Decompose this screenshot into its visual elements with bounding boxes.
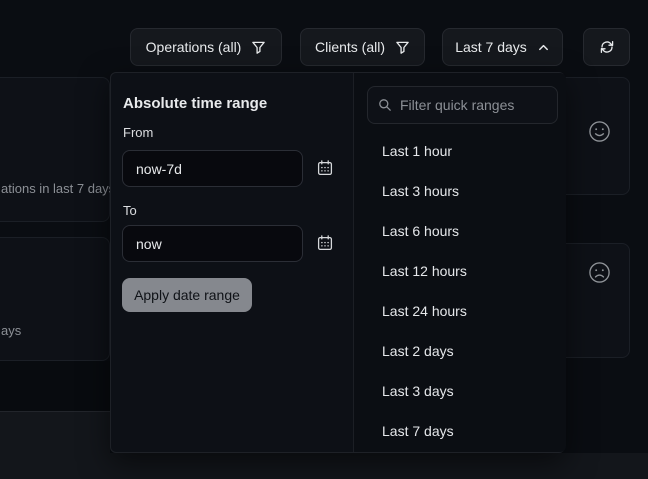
funnel-icon	[251, 40, 266, 55]
quick-range-option[interactable]: Last 12 hours	[354, 251, 566, 291]
quick-range-search[interactable]	[367, 86, 558, 124]
quick-range-option[interactable]: Last 6 hours	[354, 211, 566, 251]
absolute-range-title: Absolute time range	[123, 95, 267, 112]
from-input[interactable]	[122, 150, 303, 187]
sad-face-icon	[587, 260, 612, 285]
funnel-icon	[395, 40, 410, 55]
to-input[interactable]	[122, 225, 303, 262]
quick-range-option[interactable]: Last 3 hours	[354, 171, 566, 211]
quick-range-filter-input[interactable]	[400, 97, 547, 113]
quick-range-option[interactable]: Last 2 days	[354, 331, 566, 371]
calendar-icon[interactable]	[317, 234, 335, 252]
clients-filter-button[interactable]: Clients (all)	[300, 28, 425, 66]
stat-card: ays	[0, 237, 110, 361]
quick-range-option[interactable]: Last 24 hours	[354, 291, 566, 331]
from-label: From	[123, 125, 153, 140]
stat-card: ations in last 7 days	[0, 77, 110, 222]
chevron-up-icon	[537, 41, 550, 54]
apply-date-range-button[interactable]: Apply date range	[122, 278, 252, 312]
time-range-label: Last 7 days	[455, 39, 527, 55]
search-icon	[378, 98, 392, 112]
operations-filter-button[interactable]: Operations (all)	[130, 28, 282, 66]
quick-range-option[interactable]: Last 1 hour	[354, 131, 566, 171]
time-picker-dropdown: Absolute time range From To	[110, 72, 565, 453]
quick-ranges-section: Last 1 hourLast 3 hoursLast 6 hoursLast …	[353, 73, 566, 452]
quick-range-list: Last 1 hourLast 3 hoursLast 6 hoursLast …	[354, 131, 566, 451]
refresh-icon	[599, 39, 615, 55]
clients-filter-label: Clients (all)	[315, 39, 385, 55]
absolute-time-range-section: Absolute time range From To	[111, 73, 353, 452]
happy-face-icon	[587, 119, 612, 144]
time-range-button[interactable]: Last 7 days	[442, 28, 563, 66]
quick-range-option[interactable]: Last 3 days	[354, 371, 566, 411]
stat-card-subtitle: ations in last 7 days	[1, 181, 115, 196]
stat-card-subtitle: ays	[1, 323, 21, 338]
quick-range-option[interactable]: Last 7 days	[354, 411, 566, 451]
to-label: To	[123, 203, 137, 218]
background-section	[0, 361, 110, 411]
operations-filter-label: Operations (all)	[146, 39, 242, 55]
background-footer	[0, 453, 648, 479]
refresh-button[interactable]	[583, 28, 630, 66]
calendar-icon[interactable]	[317, 159, 335, 177]
